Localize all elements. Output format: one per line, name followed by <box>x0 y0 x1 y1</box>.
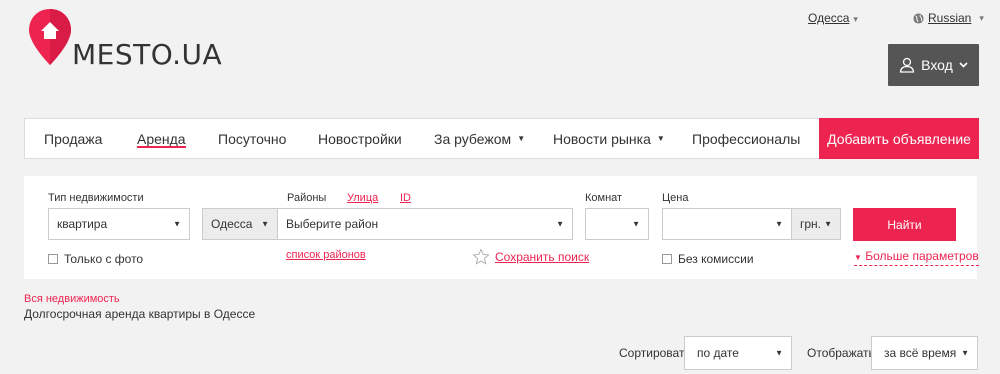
breadcrumb[interactable]: Вся недвижимость <box>24 293 120 305</box>
city-value: Одесса <box>808 11 850 25</box>
caret-down-icon: ▼ <box>854 253 862 262</box>
caret-down-icon: ▼ <box>656 134 665 143</box>
nav-item-daily[interactable]: Посуточно <box>218 119 286 158</box>
globe-icon <box>913 12 924 24</box>
sort-select[interactable]: по дате ▼ <box>684 336 792 370</box>
nav-item-new-buildings[interactable]: Новостройки <box>318 119 402 158</box>
property-type-select[interactable]: квартира ▼ <box>48 208 190 240</box>
rooms-select[interactable]: ▼ <box>585 208 649 240</box>
property-type-label: Тип недвижимости <box>48 192 144 204</box>
chevron-down-icon: ▾ <box>979 12 984 23</box>
logo-pin-icon <box>29 9 71 65</box>
id-link[interactable]: ID <box>400 192 411 204</box>
nav-item-market-news[interactable]: Новости рынка ▼ <box>553 119 665 158</box>
city-selector[interactable]: Одесса ▾ <box>808 11 858 25</box>
caret-down-icon: ▼ <box>775 348 783 358</box>
city-select[interactable]: Одесса ▼ <box>202 208 278 240</box>
districts-label: Районы <box>287 192 327 204</box>
nav-item-abroad[interactable]: За рубежом ▼ <box>434 119 525 158</box>
caret-down-icon: ▼ <box>775 219 783 229</box>
caret-down-icon: ▼ <box>632 219 640 229</box>
more-params-link[interactable]: ▼ Больше параметров <box>854 249 979 266</box>
nav-item-rent[interactable]: Аренда <box>137 119 186 158</box>
rooms-label: Комнат <box>585 192 623 204</box>
language-selector[interactable]: Russian ▾ <box>913 11 984 25</box>
period-select[interactable]: за всё время ▼ <box>871 336 978 370</box>
search-button[interactable]: Найти <box>853 208 956 241</box>
login-button[interactable]: Вход <box>888 44 979 86</box>
sort-label: Сортировать <box>619 346 691 360</box>
nav-item-sale[interactable]: Продажа <box>44 119 102 158</box>
checkbox-box <box>48 254 58 264</box>
logo-text: MESTO.UA <box>72 38 223 71</box>
chevron-down-icon <box>959 62 968 68</box>
login-label: Вход <box>921 57 953 73</box>
street-link[interactable]: Улица <box>347 192 378 204</box>
search-filters: Тип недвижимости квартира ▼ Районы Улица… <box>24 176 979 279</box>
chevron-down-icon: ▾ <box>853 14 858 24</box>
language-value: Russian <box>928 11 972 25</box>
user-icon <box>899 57 915 73</box>
checkbox-box <box>662 254 672 264</box>
caret-down-icon: ▼ <box>961 348 969 358</box>
page-title: Долгосрочная аренда квартиры в Одессе <box>24 307 256 321</box>
caret-down-icon: ▼ <box>824 219 832 229</box>
nav-item-professionals[interactable]: Профессионалы <box>692 119 800 158</box>
caret-down-icon: ▼ <box>556 219 564 229</box>
price-select[interactable]: ▼ <box>662 208 792 240</box>
only-photo-checkbox[interactable]: Только с фото <box>48 252 143 266</box>
main-nav: Продажа Аренда Посуточно Новостройки За … <box>24 118 979 159</box>
caret-down-icon: ▼ <box>173 219 181 229</box>
caret-down-icon: ▼ <box>517 134 526 143</box>
caret-down-icon: ▼ <box>261 219 269 229</box>
add-listing-button[interactable]: Добавить объявление <box>819 118 979 159</box>
price-label: Цена <box>662 192 689 204</box>
currency-select[interactable]: грн. ▼ <box>791 208 841 240</box>
district-select[interactable]: Выберите район ▼ <box>277 208 573 240</box>
no-commission-checkbox[interactable]: Без комиссии <box>662 252 754 266</box>
star-icon <box>472 248 490 265</box>
show-label: Отображать <box>807 346 875 360</box>
save-search-link[interactable]: Сохранить поиск <box>472 248 589 266</box>
district-list-link[interactable]: список районов <box>286 249 366 261</box>
